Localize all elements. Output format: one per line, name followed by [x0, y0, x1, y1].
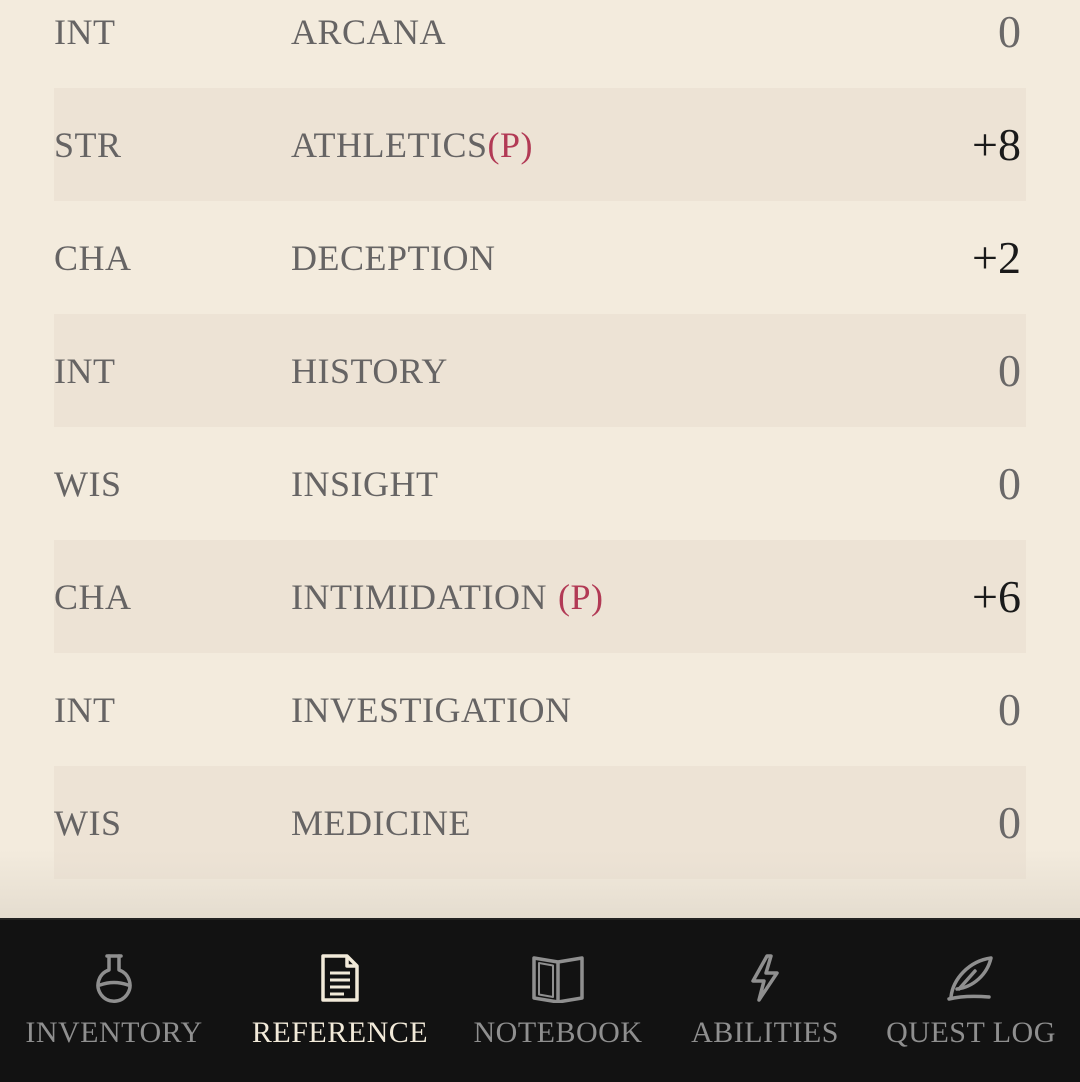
skill-name: HISTORY: [291, 350, 448, 391]
skill-modifier: +6: [972, 571, 1021, 622]
proficiency-marker: (P): [557, 576, 604, 617]
ability-label: WIS: [54, 463, 122, 504]
skill-modifier: 0: [998, 797, 1021, 848]
skill-row-medicine[interactable]: WIS MEDICINE 0: [54, 766, 1026, 879]
book-icon: [530, 950, 586, 1006]
tab-label: NOTEBOOK: [473, 1016, 643, 1049]
skill-row-investigation[interactable]: INT INVESTIGATION 0: [54, 653, 1026, 766]
tab-reference[interactable]: REFERENCE: [240, 920, 440, 1082]
skill-name: MEDICINE: [291, 802, 471, 843]
skill-modifier: +8: [972, 119, 1021, 170]
quill-icon: [943, 950, 999, 1006]
ability-label: INT: [54, 11, 116, 52]
skill-modifier: 0: [998, 458, 1021, 509]
tab-quest-log[interactable]: QUEST LOG: [880, 920, 1062, 1082]
ability-label: CHA: [54, 237, 132, 278]
skill-row-insight[interactable]: WIS INSIGHT 0: [54, 427, 1026, 540]
proficiency-marker: (P): [487, 124, 533, 165]
skills-list: INT ARCANA 0 STR ATHLETICS (P) +8 CHA DEC…: [54, 0, 1026, 879]
skill-modifier: 0: [998, 345, 1021, 396]
ability-label: WIS: [54, 802, 122, 843]
bottom-tab-bar: INVENTORY REFERENCE NOTEBOOK ABILITIES Q…: [0, 918, 1080, 1082]
skill-row-intimidation[interactable]: CHA INTIMIDATION (P) +6: [54, 540, 1026, 653]
skill-row-history[interactable]: INT HISTORY 0: [54, 314, 1026, 427]
flask-icon: [86, 950, 142, 1006]
ability-label: INT: [54, 689, 116, 730]
ability-label: CHA: [54, 576, 132, 617]
tab-abilities[interactable]: ABILITIES: [680, 920, 850, 1082]
skill-name: INSIGHT: [291, 463, 439, 504]
tab-label: ABILITIES: [691, 1016, 839, 1049]
skill-row-deception[interactable]: CHA DECEPTION +2: [54, 201, 1026, 314]
tab-label: INVENTORY: [25, 1016, 203, 1049]
skill-name: DECEPTION: [291, 237, 496, 278]
skill-name: INVESTIGATION: [291, 689, 572, 730]
skill-name: INTIMIDATION (P): [291, 576, 604, 617]
ability-label: STR: [54, 124, 122, 165]
lightning-icon: [737, 950, 793, 1006]
skill-row-arcana[interactable]: INT ARCANA 0: [54, 0, 1026, 88]
skill-row-athletics[interactable]: STR ATHLETICS (P) +8: [54, 88, 1026, 201]
skill-name: ATHLETICS (P): [291, 124, 533, 165]
skill-modifier: 0: [998, 684, 1021, 735]
tab-inventory[interactable]: INVENTORY: [14, 920, 214, 1082]
skill-modifier: 0: [998, 6, 1021, 57]
tab-notebook[interactable]: NOTEBOOK: [462, 920, 654, 1082]
ability-label: INT: [54, 350, 116, 391]
skill-modifier: +2: [972, 232, 1021, 283]
document-icon: [312, 950, 368, 1006]
tab-label: QUEST LOG: [886, 1016, 1056, 1049]
skill-name: ARCANA: [291, 11, 447, 52]
tab-label: REFERENCE: [251, 1016, 429, 1049]
